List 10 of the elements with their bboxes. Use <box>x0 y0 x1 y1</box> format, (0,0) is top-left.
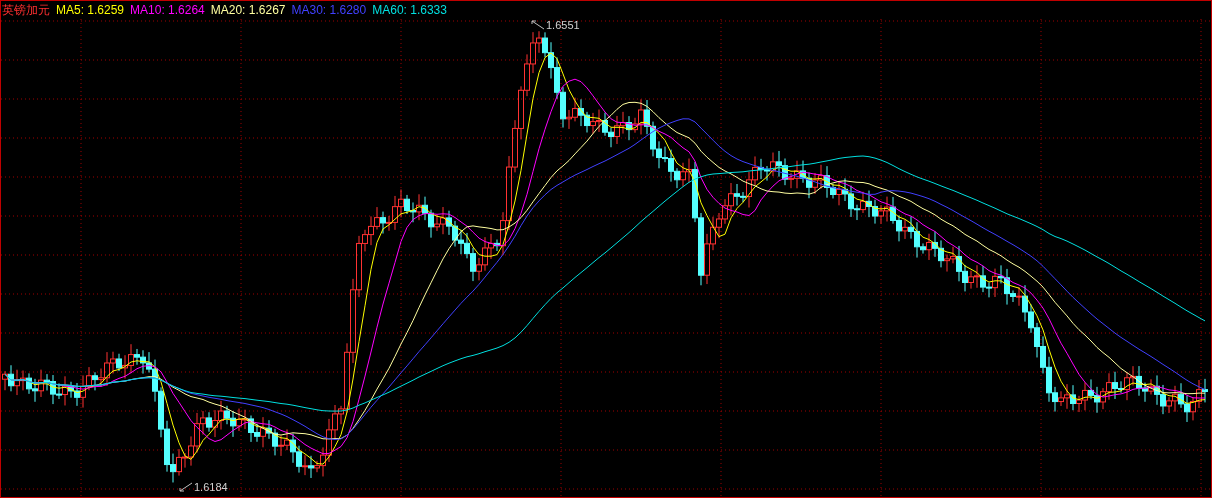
low-price-label: 1.6184 <box>194 481 228 493</box>
moving-average-legend: MA30: 1.6280 <box>291 3 367 17</box>
high-price-label: 1.6551 <box>546 19 580 31</box>
chart-title: 英镑加元 <box>2 1 50 19</box>
moving-average-legend: MA10: 1.6264 <box>130 3 205 17</box>
moving-average-legend: MA20: 1.6267 <box>210 3 286 17</box>
leader-line <box>531 20 545 30</box>
leader-line <box>179 482 193 492</box>
moving-average-legend: MA5: 1.6259 <box>56 3 125 17</box>
moving-average-legend: MA60: 1.6333 <box>372 3 447 17</box>
